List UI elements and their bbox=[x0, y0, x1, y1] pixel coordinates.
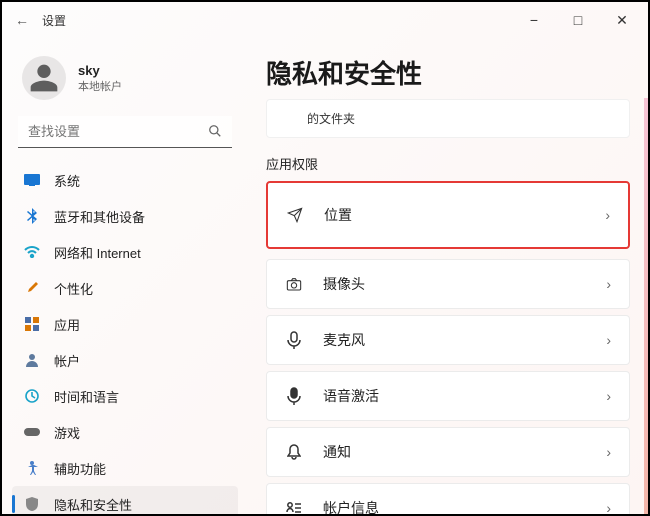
sidebar-item-accounts[interactable]: 帐户 bbox=[12, 342, 238, 378]
nav-label: 蓝牙和其他设备 bbox=[54, 207, 145, 226]
search-input[interactable] bbox=[18, 116, 232, 148]
permission-notifications[interactable]: 通知 › bbox=[266, 427, 630, 477]
nav-label: 个性化 bbox=[54, 279, 93, 298]
account-info-icon bbox=[285, 499, 303, 514]
sidebar-item-accessibility[interactable]: 辅助功能 bbox=[12, 450, 238, 486]
close-button[interactable]: ✕ bbox=[600, 4, 644, 36]
profile-name: sky bbox=[78, 63, 122, 78]
accessibility-icon bbox=[24, 460, 40, 476]
nav-label: 网络和 Internet bbox=[54, 243, 141, 262]
sidebar-item-bluetooth[interactable]: 蓝牙和其他设备 bbox=[12, 198, 238, 234]
permission-microphone[interactable]: 麦克风 › bbox=[266, 315, 630, 365]
apps-icon bbox=[24, 316, 40, 332]
chevron-right-icon: › bbox=[606, 388, 611, 404]
voice-icon bbox=[285, 387, 303, 405]
sidebar-item-privacy[interactable]: 隐私和安全性 bbox=[12, 486, 238, 514]
permission-camera[interactable]: 摄像头 › bbox=[266, 259, 630, 309]
permission-label: 麦克风 bbox=[323, 330, 365, 350]
microphone-icon bbox=[285, 331, 303, 349]
sidebar-item-network[interactable]: 网络和 Internet bbox=[12, 234, 238, 270]
system-icon bbox=[24, 172, 40, 188]
chevron-right-icon: › bbox=[606, 276, 611, 292]
sidebar-item-gaming[interactable]: 游戏 bbox=[12, 414, 238, 450]
gaming-icon bbox=[24, 424, 40, 440]
nav-label: 游戏 bbox=[54, 423, 80, 442]
avatar-icon bbox=[22, 56, 66, 100]
permission-account-info[interactable]: 帐户信息 › bbox=[266, 483, 630, 514]
chevron-right-icon: › bbox=[606, 500, 611, 514]
person-icon bbox=[24, 352, 40, 368]
sidebar: sky 本地帐户 系统 蓝牙和其他设备 网络和 Internet 个性化 应用 … bbox=[2, 38, 244, 514]
permission-label: 语音激活 bbox=[323, 386, 379, 406]
chevron-right-icon: › bbox=[606, 444, 611, 460]
section-label: 应用权限 bbox=[266, 154, 630, 173]
permission-label: 帐户信息 bbox=[323, 498, 379, 514]
nav-label: 隐私和安全性 bbox=[54, 495, 132, 514]
nav-label: 时间和语言 bbox=[54, 387, 119, 406]
permission-voice[interactable]: 语音激活 › bbox=[266, 371, 630, 421]
decorative-edge bbox=[644, 98, 648, 514]
bluetooth-icon bbox=[24, 208, 40, 224]
chevron-right-icon: › bbox=[605, 207, 610, 223]
nav-list: 系统 蓝牙和其他设备 网络和 Internet 个性化 应用 帐户 时间和语言 … bbox=[12, 162, 238, 514]
minimize-button[interactable]: − bbox=[512, 4, 556, 36]
profile-subtitle: 本地帐户 bbox=[78, 78, 122, 94]
permission-location[interactable]: 位置 › bbox=[266, 181, 630, 249]
profile[interactable]: sky 本地帐户 bbox=[12, 48, 238, 116]
search-box[interactable] bbox=[18, 116, 232, 148]
search-icon bbox=[208, 124, 222, 143]
shield-icon bbox=[24, 496, 40, 512]
bell-icon bbox=[285, 443, 303, 461]
nav-label: 应用 bbox=[54, 315, 80, 334]
permission-label: 通知 bbox=[323, 442, 351, 462]
back-button[interactable]: ← bbox=[6, 12, 38, 28]
sidebar-item-personalization[interactable]: 个性化 bbox=[12, 270, 238, 306]
brush-icon bbox=[24, 280, 40, 296]
nav-label: 系统 bbox=[54, 171, 80, 190]
sidebar-item-time[interactable]: 时间和语言 bbox=[12, 378, 238, 414]
sidebar-item-system[interactable]: 系统 bbox=[12, 162, 238, 198]
page-title: 隐私和安全性 bbox=[266, 54, 630, 91]
clock-icon bbox=[24, 388, 40, 404]
sidebar-item-apps[interactable]: 应用 bbox=[12, 306, 238, 342]
wifi-icon bbox=[24, 244, 40, 260]
main-content: 隐私和安全性 的文件夹 应用权限 位置 › 摄像头 › 麦克风 › 语音激活 bbox=[244, 38, 648, 514]
location-icon bbox=[286, 206, 304, 224]
camera-icon bbox=[285, 275, 303, 293]
window-title: 设置 bbox=[38, 12, 66, 29]
chevron-right-icon: › bbox=[606, 332, 611, 348]
permission-label: 摄像头 bbox=[323, 274, 365, 294]
nav-label: 辅助功能 bbox=[54, 459, 106, 478]
titlebar: ← 设置 − □ ✕ bbox=[2, 2, 648, 38]
maximize-button[interactable]: □ bbox=[556, 4, 600, 36]
nav-label: 帐户 bbox=[54, 351, 80, 370]
folder-row[interactable]: 的文件夹 bbox=[266, 99, 630, 138]
permission-label: 位置 bbox=[324, 205, 352, 225]
